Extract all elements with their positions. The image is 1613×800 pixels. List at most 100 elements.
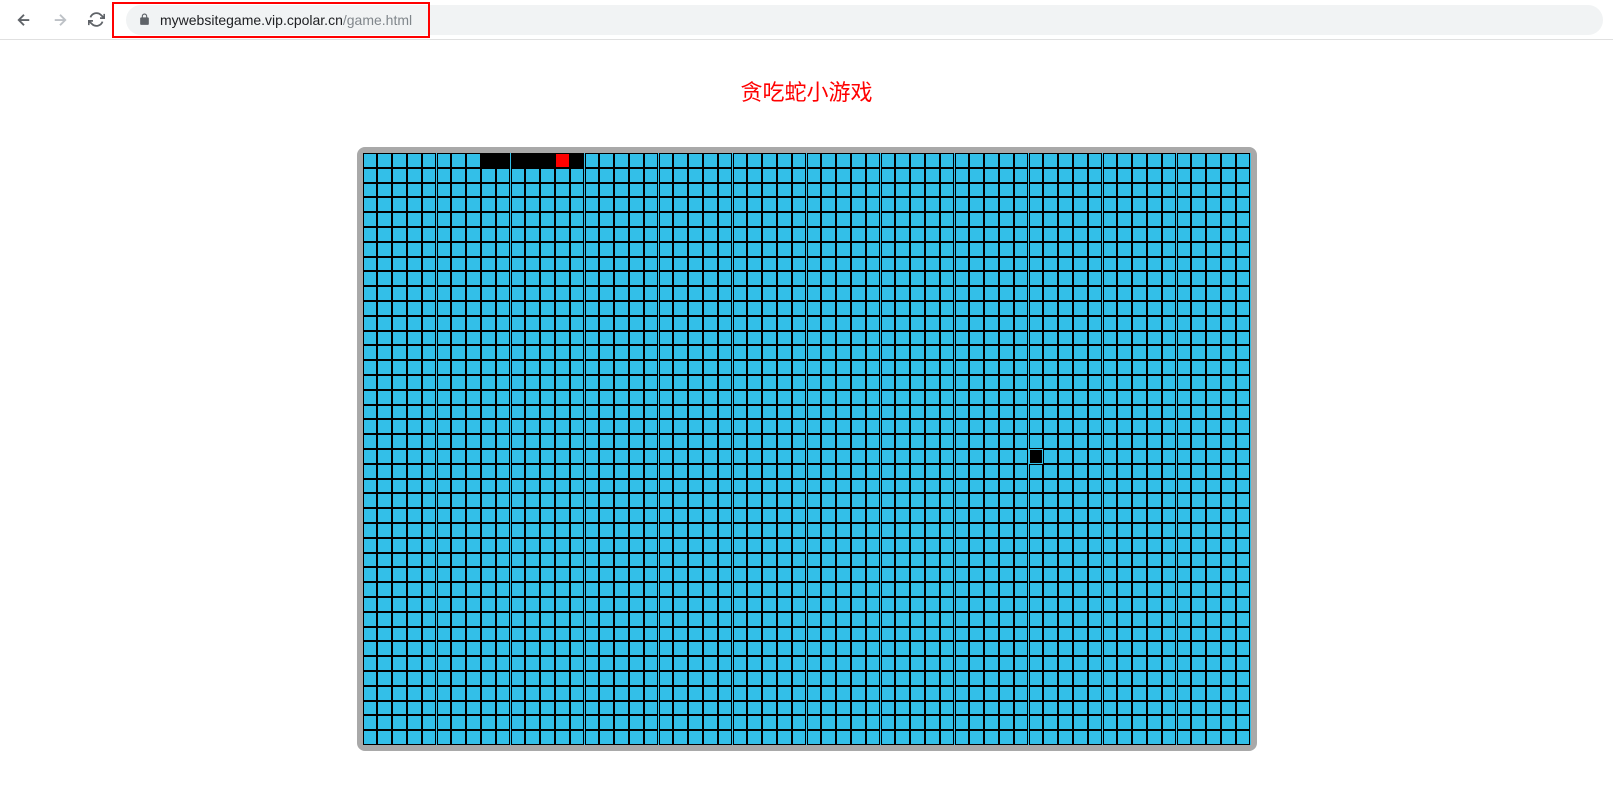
- grid-cell: [866, 434, 881, 449]
- grid-cell: [599, 212, 614, 227]
- grid-cell: [910, 168, 925, 183]
- grid-cell: [1088, 464, 1103, 479]
- grid-cell: [614, 567, 629, 582]
- grid-cell: [762, 271, 777, 286]
- grid-cell: [955, 627, 970, 642]
- grid-cell: [955, 212, 970, 227]
- grid-cell: [940, 212, 955, 227]
- grid-cell: [1132, 449, 1147, 464]
- grid-cell: [895, 656, 910, 671]
- grid-cell: [659, 627, 674, 642]
- grid-cell: [881, 612, 896, 627]
- grid-cell: [437, 286, 452, 301]
- grid-cell: [955, 375, 970, 390]
- grid-cell: [895, 627, 910, 642]
- grid-cell: [925, 582, 940, 597]
- grid-cell: [555, 523, 570, 538]
- grid-cell: [821, 730, 836, 745]
- grid-cell: [451, 449, 466, 464]
- grid-cell: [555, 493, 570, 508]
- grid-cell: [540, 405, 555, 420]
- grid-cell: [1058, 405, 1073, 420]
- grid-cell: [733, 286, 748, 301]
- forward-button[interactable]: [46, 6, 74, 34]
- grid-cell: [984, 671, 999, 686]
- grid-cell: [999, 257, 1014, 272]
- grid-cell: [1103, 434, 1118, 449]
- grid-cell: [910, 671, 925, 686]
- grid-cell: [866, 567, 881, 582]
- grid-cell: [363, 582, 378, 597]
- grid-cell: [481, 479, 496, 494]
- game-board[interactable]: [363, 153, 1251, 745]
- grid-cell: [599, 449, 614, 464]
- grid-cell: [836, 419, 851, 434]
- grid-cell: [392, 360, 407, 375]
- grid-cell: [659, 183, 674, 198]
- grid-cell: [718, 641, 733, 656]
- snake-head: [555, 153, 570, 168]
- grid-cell: [496, 449, 511, 464]
- grid-cell: [644, 553, 659, 568]
- grid-cell: [1103, 286, 1118, 301]
- grid-cell: [570, 212, 585, 227]
- grid-cell: [984, 183, 999, 198]
- grid-cell: [895, 612, 910, 627]
- grid-cell: [1191, 227, 1206, 242]
- grid-cell: [1029, 390, 1044, 405]
- grid-cell: [525, 316, 540, 331]
- grid-cell: [881, 538, 896, 553]
- grid-cell: [422, 479, 437, 494]
- grid-cell: [1221, 257, 1236, 272]
- grid-cell: [481, 493, 496, 508]
- grid-cell: [363, 464, 378, 479]
- grid-cell: [1132, 419, 1147, 434]
- grid-cell: [733, 508, 748, 523]
- grid-cell: [585, 538, 600, 553]
- grid-cell: [792, 419, 807, 434]
- grid-cell: [363, 671, 378, 686]
- grid-cell: [762, 567, 777, 582]
- grid-cell: [1191, 183, 1206, 198]
- grid-cell: [940, 715, 955, 730]
- grid-cell: [910, 227, 925, 242]
- grid-cell: [1029, 419, 1044, 434]
- grid-cell: [866, 627, 881, 642]
- grid-cell: [422, 197, 437, 212]
- page-content: 贪吃蛇小游戏: [0, 40, 1613, 751]
- grid-cell: [540, 227, 555, 242]
- grid-cell: [1117, 671, 1132, 686]
- grid-cell: [807, 390, 822, 405]
- grid-cell: [955, 582, 970, 597]
- grid-cell: [955, 715, 970, 730]
- address-bar[interactable]: mywebsitegame.vip.cpolar.cn/game.html: [126, 5, 1603, 35]
- grid-cell: [925, 641, 940, 656]
- grid-cell: [999, 168, 1014, 183]
- grid-cell: [1014, 331, 1029, 346]
- grid-cell: [999, 197, 1014, 212]
- grid-cell: [673, 419, 688, 434]
- grid-cell: [1014, 419, 1029, 434]
- grid-cell: [895, 183, 910, 198]
- grid-cell: [1014, 197, 1029, 212]
- grid-cell: [688, 375, 703, 390]
- grid-cell: [363, 360, 378, 375]
- grid-cell: [881, 493, 896, 508]
- grid-cell: [1147, 153, 1162, 168]
- grid-cell: [363, 375, 378, 390]
- grid-cell: [540, 523, 555, 538]
- grid-cell: [1236, 390, 1251, 405]
- grid-cell: [1103, 508, 1118, 523]
- grid-cell: [599, 345, 614, 360]
- grid-cell: [1103, 597, 1118, 612]
- grid-cell: [688, 434, 703, 449]
- reload-button[interactable]: [82, 6, 110, 34]
- grid-cell: [570, 419, 585, 434]
- grid-cell: [895, 360, 910, 375]
- grid-cell: [1117, 212, 1132, 227]
- grid-cell: [659, 360, 674, 375]
- back-button[interactable]: [10, 6, 38, 34]
- grid-cell: [881, 257, 896, 272]
- grid-cell: [1043, 360, 1058, 375]
- grid-cell: [866, 686, 881, 701]
